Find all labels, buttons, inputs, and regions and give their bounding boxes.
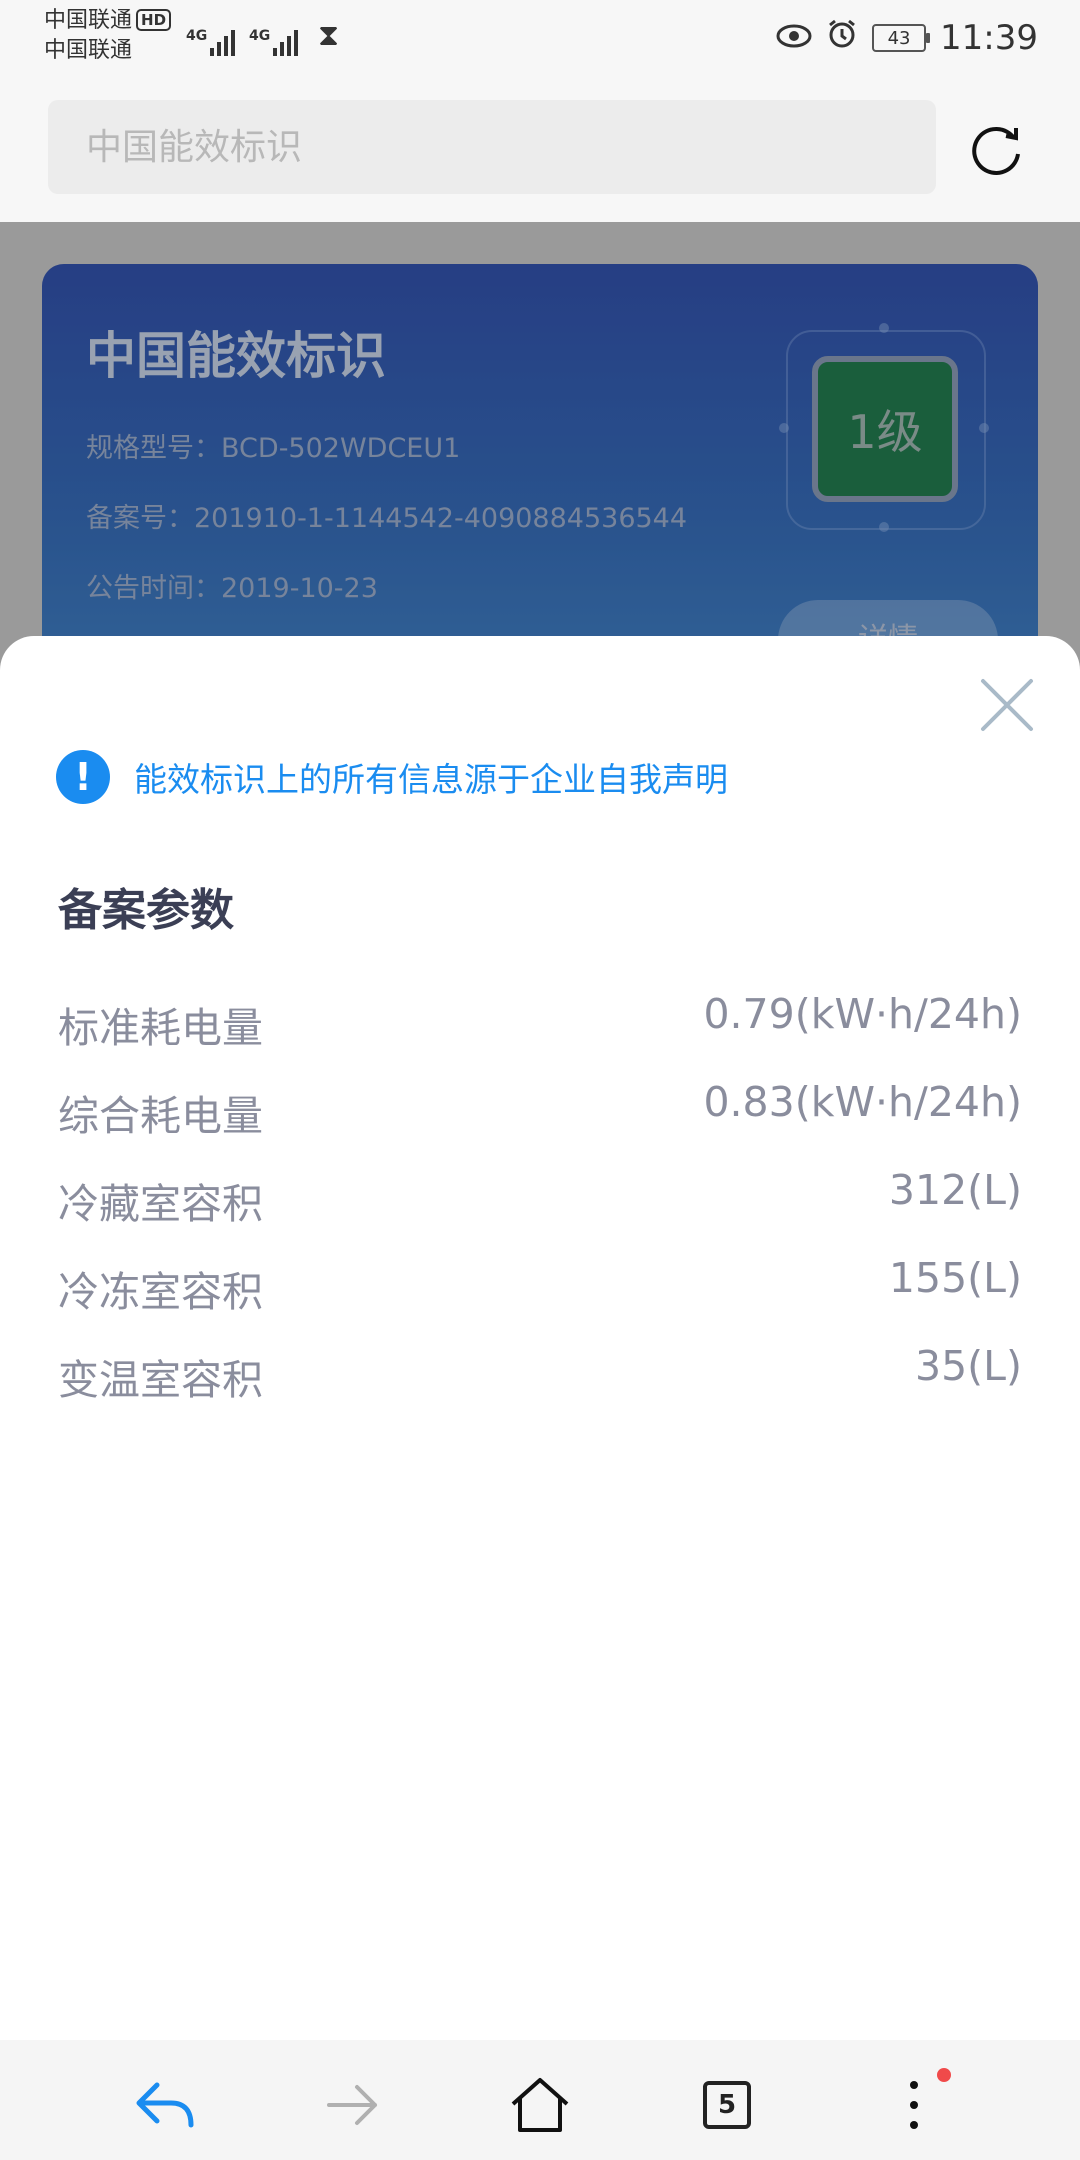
param-label: 冷冻室容积 — [58, 1268, 263, 1316]
param-value: 0.79(kW·h/24h) — [703, 990, 1022, 1038]
param-label: 冷藏室容积 — [58, 1180, 263, 1228]
param-label: 变温室容积 — [58, 1356, 263, 1404]
carrier-name-2: 中国联通 — [44, 38, 133, 63]
tabs-button[interactable]: 5 — [692, 2070, 762, 2140]
param-label: 综合耗电量 — [58, 1092, 263, 1140]
carrier-name-1: 中国联通 — [44, 8, 133, 33]
notice-text: 能效标识上的所有信息源于企业自我声明 — [134, 760, 728, 799]
parameter-list: 标准耗电量 0.79(kW·h/24h) 综合耗电量 0.83(kW·h/24h… — [58, 990, 1022, 1434]
eye-icon — [776, 21, 812, 56]
bottom-navigation: 5 — [0, 2040, 1080, 2160]
notification-dot — [937, 2068, 951, 2082]
network-type-2: 4G — [249, 28, 271, 44]
list-item: 综合耗电量 0.83(kW·h/24h) — [58, 1078, 1022, 1170]
close-button[interactable] — [978, 676, 1036, 734]
list-item: 冷冻室容积 155(L) — [58, 1254, 1022, 1346]
network-type-1: 4G — [186, 28, 208, 44]
refresh-button[interactable] — [964, 116, 1028, 180]
refresh-icon — [972, 127, 1020, 175]
carrier-info: 中国联通 HD 中国联通 — [44, 6, 172, 66]
notice-banner: ! 能效标识上的所有信息源于企业自我声明 — [56, 750, 728, 804]
signal-icon: 4G — [186, 28, 235, 56]
search-header — [0, 76, 1080, 222]
alarm-icon — [826, 18, 858, 58]
signal-indicators: 4G 4G ⧗ — [186, 16, 339, 56]
forward-icon — [327, 2085, 377, 2125]
status-bar: 中国联通 HD 中国联通 4G 4G ⧗ 43 11:39 — [0, 0, 1080, 76]
card-dim-overlay — [42, 264, 1038, 684]
search-input[interactable] — [48, 100, 936, 194]
parameters-sheet: ! 能效标识上的所有信息源于企业自我声明 备案参数 标准耗电量 0.79(kW·… — [0, 636, 1080, 2040]
home-icon — [511, 2078, 569, 2132]
close-icon — [981, 679, 1033, 731]
forward-button[interactable] — [318, 2070, 388, 2140]
info-icon: ! — [56, 750, 110, 804]
param-value: 35(L) — [914, 1342, 1022, 1390]
tabs-icon: 5 — [703, 2081, 751, 2129]
hourglass-icon: ⧗ — [318, 18, 340, 53]
hd-badge: HD — [136, 9, 172, 31]
more-icon — [910, 2081, 918, 2129]
battery-level: 43 — [887, 27, 911, 49]
more-button[interactable] — [879, 2068, 951, 2140]
list-item: 冷藏室容积 312(L) — [58, 1166, 1022, 1258]
param-value: 155(L) — [888, 1254, 1022, 1302]
list-item: 标准耗电量 0.79(kW·h/24h) — [58, 990, 1022, 1082]
list-item: 变温室容积 35(L) — [58, 1342, 1022, 1434]
home-button[interactable] — [505, 2070, 575, 2140]
back-button[interactable] — [130, 2070, 200, 2140]
section-title: 备案参数 — [58, 885, 234, 936]
status-right: 43 11:39 — [776, 12, 1038, 64]
signal-icon: 4G — [249, 28, 298, 56]
param-label: 标准耗电量 — [58, 1004, 263, 1052]
clock: 11:39 — [940, 18, 1038, 58]
param-value: 312(L) — [888, 1166, 1022, 1214]
back-icon — [136, 2082, 194, 2128]
param-value: 0.83(kW·h/24h) — [703, 1078, 1022, 1126]
battery-icon: 43 — [872, 24, 931, 52]
